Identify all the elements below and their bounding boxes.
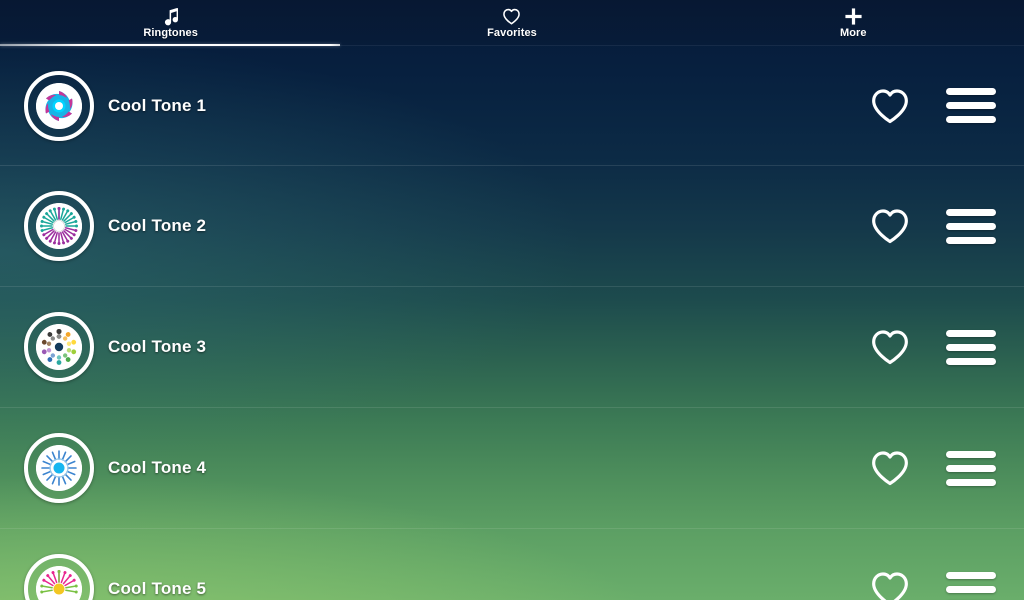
- favorite-button[interactable]: [870, 207, 910, 245]
- row-actions: [870, 449, 996, 487]
- hamburger-menu-icon[interactable]: [946, 570, 996, 600]
- ringtone-thumbnail[interactable]: [24, 70, 94, 141]
- ringtone-list: Cool Tone 1 Cool Tone 2 Cool Tone 3 Cool…: [0, 45, 1024, 600]
- tab-favorites[interactable]: Favorites: [341, 0, 682, 45]
- ringtone-thumbnail[interactable]: [24, 554, 94, 600]
- hamburger-menu-icon[interactable]: [946, 207, 996, 245]
- hamburger-menu-icon[interactable]: [946, 87, 996, 125]
- table-row[interactable]: Cool Tone 1: [0, 45, 1024, 166]
- tab-ringtones[interactable]: Ringtones: [0, 0, 341, 45]
- ringtone-thumbnail[interactable]: [24, 312, 94, 382]
- music-note-icon: [163, 6, 179, 26]
- favorite-button[interactable]: [870, 449, 910, 487]
- ringtone-thumbnail[interactable]: [24, 433, 94, 503]
- app-root: Ringtones Favorites More Cool Tone 1 Coo…: [0, 0, 1024, 600]
- table-row[interactable]: Cool Tone 2: [0, 166, 1024, 287]
- row-actions: [870, 570, 996, 600]
- table-row[interactable]: Cool Tone 4: [0, 408, 1024, 529]
- favorite-button[interactable]: [870, 87, 910, 125]
- tab-favorites-label: Favorites: [487, 27, 537, 39]
- ringtone-title: Cool Tone 5: [108, 579, 207, 598]
- row-actions: [870, 328, 996, 366]
- row-actions: [870, 87, 996, 125]
- hamburger-menu-icon[interactable]: [946, 449, 996, 487]
- ringtone-title: Cool Tone 4: [108, 458, 207, 477]
- favorite-button[interactable]: [870, 570, 910, 600]
- row-actions: [870, 207, 996, 245]
- ringtone-title: Cool Tone 2: [108, 216, 207, 235]
- swirl-aperture-icon: [36, 82, 82, 129]
- table-row[interactable]: Cool Tone 3: [0, 287, 1024, 408]
- heart-outline-icon: [502, 6, 521, 26]
- color-wheel-icon: [36, 324, 82, 370]
- plus-icon: [844, 6, 863, 26]
- tab-bar: Ringtones Favorites More: [0, 0, 1024, 46]
- tab-more[interactable]: More: [683, 0, 1024, 45]
- ringtone-thumbnail[interactable]: [24, 191, 94, 261]
- sunburst-icon: [36, 445, 82, 491]
- tab-ringtones-label: Ringtones: [143, 27, 198, 39]
- radial-burst-icon: [36, 566, 82, 600]
- ringtone-title: Cool Tone 1: [108, 95, 207, 115]
- ringtone-title: Cool Tone 3: [108, 337, 207, 356]
- tab-more-label: More: [839, 27, 867, 39]
- hamburger-menu-icon[interactable]: [946, 328, 996, 366]
- radial-burst-icon: [36, 203, 82, 249]
- table-row[interactable]: Cool Tone 5: [0, 529, 1024, 600]
- favorite-button[interactable]: [870, 328, 910, 366]
